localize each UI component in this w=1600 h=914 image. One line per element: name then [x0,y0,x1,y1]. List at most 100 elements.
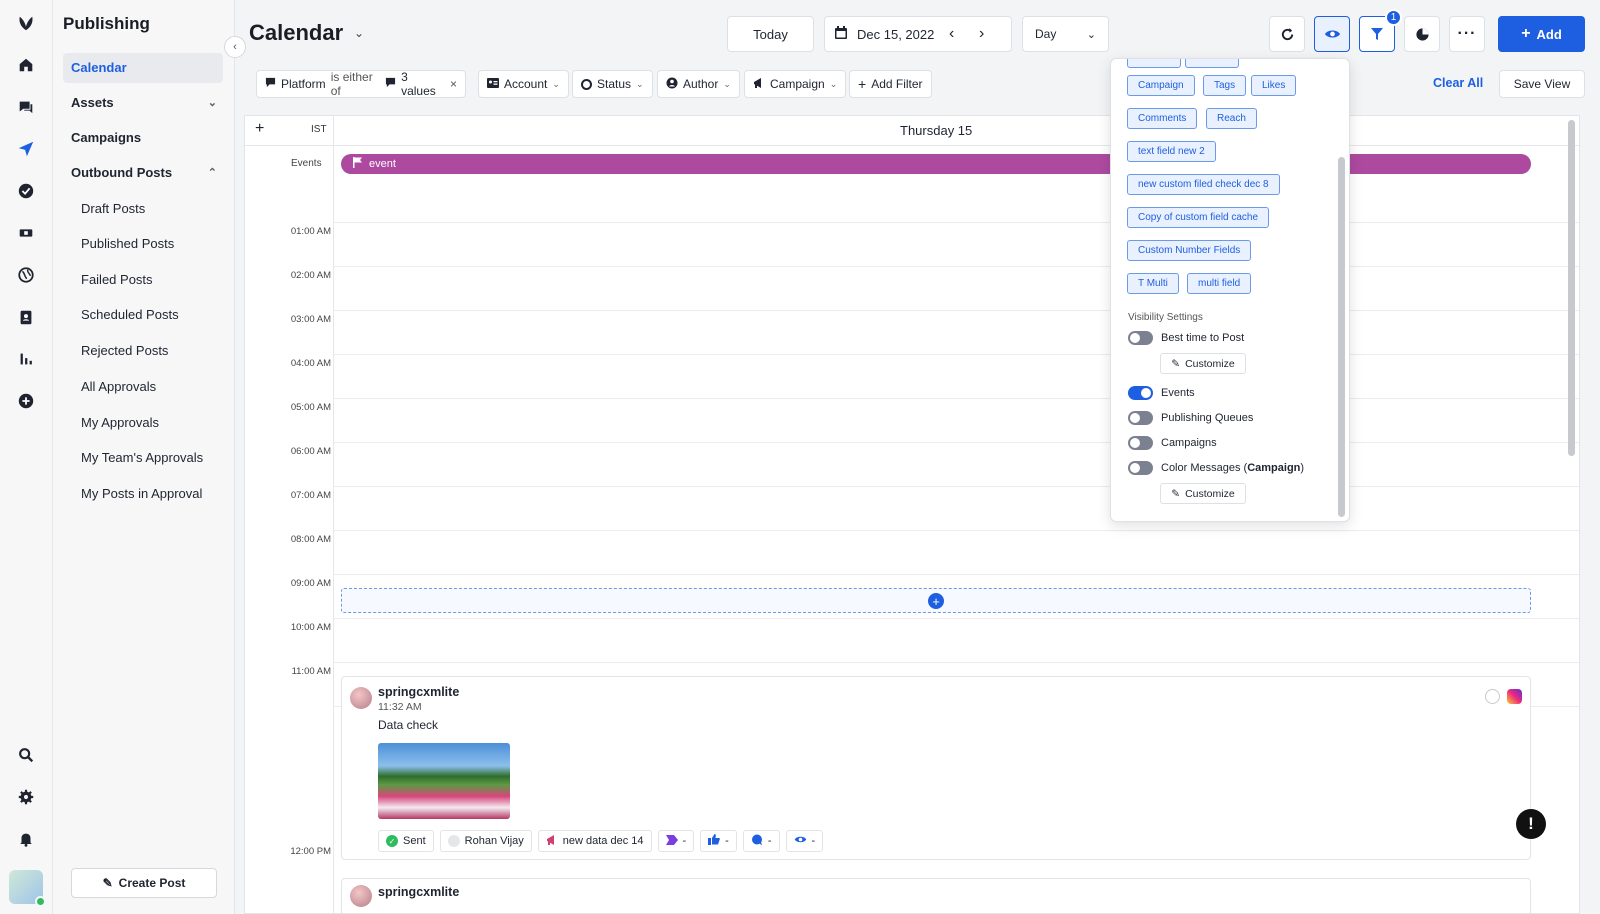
status-filter-dropdown[interactable]: Status ⌄ [572,70,653,98]
publishing-queues-toggle[interactable] [1128,411,1153,425]
nav-item-campaigns[interactable]: Campaigns [63,123,223,153]
nav-item-calendar[interactable]: Calendar [63,53,223,83]
hour-label: 06:00 AM [290,446,331,457]
engagement-icon[interactable] [13,178,39,204]
reports-chart-icon[interactable] [13,346,39,372]
create-post-button[interactable]: ✎ Create Post [71,868,217,898]
field-tag-t-multi[interactable]: T Multi [1127,273,1179,294]
event-bar[interactable]: event [341,154,1531,174]
view-select[interactable]: Day ⌄ [1022,16,1109,52]
field-tag-reach[interactable]: Reach [1206,108,1257,129]
post-card[interactable]: springcxmlite [341,878,1531,913]
field-tag-multi-field[interactable]: multi field [1187,273,1252,294]
search-icon[interactable] [13,742,39,768]
color-messages-toggle[interactable] [1128,461,1153,475]
field-tag-tags[interactable]: Tags [1203,75,1247,96]
status-sent-chip[interactable]: ✓ Sent [378,830,434,852]
nav-item-draft-posts[interactable]: Draft Posts [73,194,233,224]
edit-pencil-icon: ✎ [102,876,113,890]
time-slot-add-target[interactable]: + [341,588,1531,613]
customize-best-time-button[interactable]: ✎ Customize [1160,353,1246,374]
alert-exclamation-icon[interactable]: ! [1516,809,1546,839]
author-filter-dropdown[interactable]: Author ⌄ [657,70,740,98]
filter-button[interactable]: 1 [1359,9,1402,52]
add-timezone-plus-icon[interactable]: + [255,120,264,138]
field-tag-likes[interactable]: Likes [1251,75,1297,96]
account-filter-dropdown[interactable]: Account ⌄ [478,70,569,98]
panel-scrollbar[interactable] [1338,157,1345,517]
more-dots-icon: ··· [1457,25,1477,42]
add-filter-button[interactable]: + Add Filter [849,70,932,98]
platform-filter-chip[interactable]: Platform is either of 3 values × [256,70,466,98]
toggle-row-events[interactable]: Events [1128,386,1195,400]
field-tag-comments[interactable]: Comments [1127,108,1198,129]
customize-color-messages-button[interactable]: ✎ Customize [1160,483,1246,504]
field-tag-campaign[interactable]: Campaign [1127,75,1195,96]
home-icon[interactable] [13,52,39,78]
clear-all-link[interactable]: Clear All [1433,76,1483,90]
best-time-toggle[interactable] [1128,331,1153,345]
field-tag-copy-of-custom-field-cache[interactable]: Copy of custom field cache [1127,207,1270,228]
field-tag-partial[interactable] [1127,59,1181,68]
prev-day-chevron-icon[interactable]: ‹ [949,25,954,43]
field-tag-partial[interactable] [1185,59,1239,68]
tag-metric-chip[interactable]: - [657,830,695,852]
user-avatar[interactable] [9,870,46,907]
nav-item-all-approvals[interactable]: All Approvals [73,372,233,402]
collapse-nav-button[interactable]: ‹ [224,36,246,58]
campaign-chip[interactable]: new data dec 14 [537,830,652,852]
toggle-row-best-time[interactable]: Best time to Post [1128,331,1244,345]
publishing-send-icon[interactable] [13,136,39,162]
customize-label: Customize [1185,487,1235,500]
contacts-book-icon[interactable] [13,304,39,330]
add-circle-icon[interactable] [13,388,39,414]
post-image-flower-field[interactable] [378,743,510,819]
next-day-chevron-icon[interactable]: › [979,25,984,43]
ticket-icon[interactable] [13,220,39,246]
remove-filter-close-icon[interactable]: × [450,77,457,91]
field-tag-custom-number-fields[interactable]: Custom Number Fields [1127,240,1252,261]
reach-metric-chip[interactable]: - [785,830,824,852]
settings-gear-icon[interactable] [13,784,39,810]
nav-item-published-posts[interactable]: Published Posts [73,229,233,259]
field-tag-new-custom-filed-check[interactable]: new custom filed check dec 8 [1127,174,1280,195]
toggle-row-campaigns[interactable]: Campaigns [1128,436,1217,450]
calendar-scrollbar[interactable] [1568,120,1575,456]
nav-item-outbound-posts[interactable]: Outbound Posts ⌃ [63,158,223,188]
visibility-eye-button[interactable] [1314,16,1350,52]
nav-item-my-approvals[interactable]: My Approvals [73,408,233,438]
account-card-icon [487,77,499,91]
analytics-button[interactable] [1404,16,1440,52]
nav-item-my-teams-approvals[interactable]: My Team's Approvals [73,443,233,473]
messages-icon[interactable] [13,94,39,120]
save-view-button[interactable]: Save View [1499,70,1585,98]
date-picker[interactable]: Dec 15, 2022 ‹ › [824,16,1012,52]
globe-icon[interactable] [13,262,39,288]
hour-label: 02:00 AM [290,270,331,281]
notifications-bell-icon[interactable] [13,826,39,852]
today-button[interactable]: Today [727,16,814,52]
likes-metric-chip[interactable]: - [700,830,737,852]
nav-item-my-posts-in-approval[interactable]: My Posts in Approval [73,479,233,509]
events-toggle[interactable] [1128,386,1153,400]
campaign-filter-dropdown[interactable]: Campaign ⌄ [744,70,847,98]
page-title-dropdown-icon[interactable]: ⌄ [354,26,364,40]
refresh-button[interactable] [1269,16,1305,52]
add-post-plus-icon[interactable]: + [928,593,944,609]
toggle-row-publishing-queues[interactable]: Publishing Queues [1128,411,1253,425]
nav-item-scheduled-posts[interactable]: Scheduled Posts [73,300,233,330]
comments-metric-chip[interactable]: - [742,830,780,852]
sprinklr-logo-icon[interactable] [13,10,39,36]
add-button[interactable]: + Add [1498,16,1585,52]
more-options-button[interactable]: ··· [1449,16,1485,52]
field-tag-text-field-new-2[interactable]: text field new 2 [1127,141,1216,162]
nav-item-failed-posts[interactable]: Failed Posts [73,265,233,295]
nav-item-assets[interactable]: Assets ⌄ [63,88,223,118]
owner-chip[interactable]: Rohan Vijay [439,830,532,852]
visibility-settings-title: Visibility Settings [1128,312,1203,323]
toggle-row-color-messages[interactable]: Color Messages (Campaign) [1128,461,1304,475]
nav-item-rejected-posts[interactable]: Rejected Posts [73,336,233,366]
hour-label: 08:00 AM [290,534,331,545]
campaigns-toggle[interactable] [1128,436,1153,450]
post-card[interactable]: springcxmlite 11:32 AM Data check ✓ Sent… [341,676,1531,860]
